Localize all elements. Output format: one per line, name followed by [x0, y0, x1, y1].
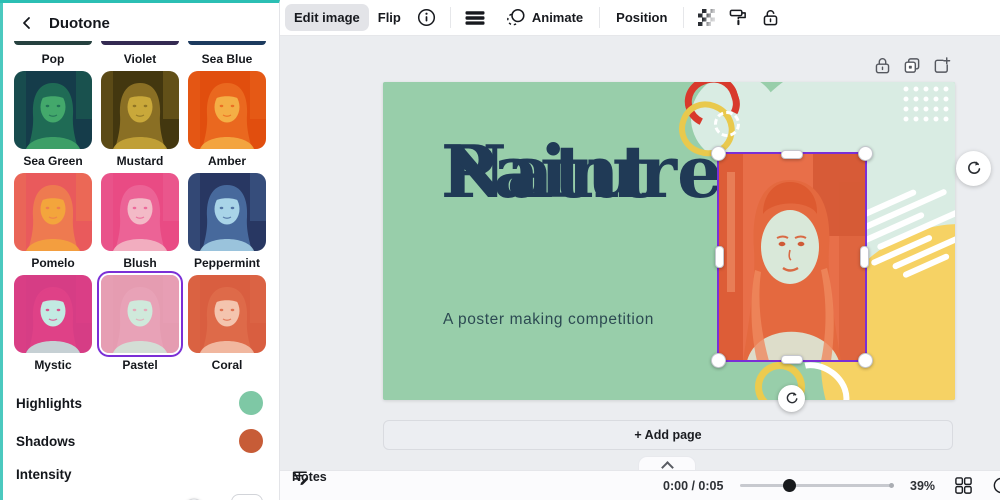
page-actions — [874, 56, 951, 75]
animate-button[interactable]: Animate — [496, 2, 592, 33]
page-lock-icon[interactable] — [874, 56, 891, 75]
timeline-scrubber-thumb[interactable] — [783, 479, 796, 492]
shadows-label: Shadows — [16, 434, 75, 449]
intensity-value[interactable]: 88 — [231, 494, 263, 500]
add-page-button[interactable]: + Add page — [383, 420, 953, 450]
copy-style-button[interactable] — [722, 2, 755, 33]
lock-button[interactable] — [755, 2, 786, 33]
filter-label: Sea Green — [23, 154, 82, 168]
filter-label: Peppermint — [194, 256, 260, 270]
design-page[interactable]: Paint Nature A poster making competition — [383, 82, 955, 400]
filter-label: Pastel — [122, 358, 157, 372]
filter-label: Violet — [124, 52, 156, 66]
position-button[interactable]: Position — [607, 4, 676, 31]
resize-handle-top[interactable] — [781, 150, 803, 159]
refresh-button[interactable] — [956, 151, 991, 186]
timeline-scrubber[interactable] — [740, 484, 893, 487]
paint-roller-icon — [729, 8, 748, 27]
fullscreen-icon[interactable] — [992, 476, 1000, 495]
transparency-button[interactable] — [691, 3, 722, 32]
transparency-icon — [698, 9, 715, 26]
panel-title: Duotone — [49, 15, 110, 32]
lock-icon — [762, 8, 779, 27]
filter-thumb-peppermint[interactable] — [188, 173, 266, 251]
filter-thumb-blush[interactable] — [101, 173, 179, 251]
zoom-level[interactable]: 39% — [910, 479, 935, 493]
filter-thumb-sea-green[interactable] — [14, 71, 92, 149]
filter-grid: Pop Violet Sea Blue Sea Green Mustard Am… — [0, 41, 279, 377]
resize-handle-left[interactable] — [715, 246, 724, 268]
pages-grid-icon[interactable] — [954, 476, 973, 495]
separator — [599, 7, 600, 28]
filter-label: Sea Blue — [202, 52, 253, 66]
intensity-label: Intensity — [16, 467, 263, 482]
filter-thumb-mustard[interactable] — [101, 71, 179, 149]
filter-label: Mustard — [117, 154, 164, 168]
flip-button[interactable]: Flip — [369, 4, 410, 31]
resize-handle-bottom-left[interactable] — [711, 353, 726, 368]
refresh-icon — [965, 160, 982, 177]
filter-thumb-pop[interactable] — [14, 41, 92, 45]
filter-thumb-mystic[interactable] — [14, 275, 92, 353]
edit-image-button[interactable]: Edit image — [285, 4, 369, 31]
bottom-bar: Notes 0:00 / 0:05 39% — [280, 470, 1000, 500]
filter-thumb-sea-blue[interactable] — [188, 41, 266, 45]
filter-label: Coral — [212, 358, 243, 372]
filter-thumb-amber[interactable] — [188, 71, 266, 149]
adjust-levels-button[interactable] — [458, 3, 492, 33]
filter-label: Blush — [123, 256, 156, 270]
poster-subtitle[interactable]: A poster making competition — [443, 311, 654, 329]
add-page-icon[interactable] — [933, 56, 951, 75]
notes-label: Notes — [292, 470, 327, 484]
separator — [683, 7, 684, 28]
filter-thumb-pomelo[interactable] — [14, 173, 92, 251]
highlights-label: Highlights — [16, 396, 82, 411]
separator — [450, 7, 451, 28]
filter-label: Pop — [42, 52, 65, 66]
info-button[interactable] — [410, 2, 443, 33]
duotone-panel: Duotone Pop Violet Sea Blue Sea Green Mu… — [0, 0, 280, 500]
top-toolbar: Edit image Flip Animate Position — [280, 0, 1000, 36]
filter-label: Pomelo — [31, 256, 74, 270]
resize-handle-top-left[interactable] — [711, 146, 726, 161]
playback-time: 0:00 / 0:05 — [663, 479, 723, 493]
resize-handle-bottom-right[interactable] — [858, 353, 873, 368]
back-icon[interactable] — [20, 16, 34, 30]
poster-title-line2: Nature — [441, 134, 723, 210]
rotate-handle[interactable] — [778, 385, 805, 412]
rotate-icon — [784, 391, 799, 406]
duplicate-page-icon[interactable] — [903, 56, 921, 75]
filter-thumb-violet[interactable] — [101, 41, 179, 45]
highlights-color-swatch[interactable] — [239, 391, 263, 415]
resize-handle-right[interactable] — [860, 246, 869, 268]
filter-thumb-pastel[interactable] — [101, 275, 179, 353]
canvas-area: Paint Nature A poster making competition — [280, 36, 1000, 500]
panel-header: Duotone — [0, 3, 279, 41]
white-dots-pattern — [901, 84, 953, 126]
filter-label: Amber — [208, 154, 246, 168]
animate-icon — [505, 8, 526, 27]
shadows-color-swatch[interactable] — [239, 429, 263, 453]
levels-icon — [465, 9, 485, 27]
resize-handle-bottom[interactable] — [781, 355, 803, 364]
filter-label: Mystic — [34, 358, 71, 372]
resize-handle-top-right[interactable] — [858, 146, 873, 161]
filter-thumb-coral[interactable] — [188, 275, 266, 353]
info-icon — [417, 8, 436, 27]
selection-frame[interactable] — [717, 152, 867, 362]
